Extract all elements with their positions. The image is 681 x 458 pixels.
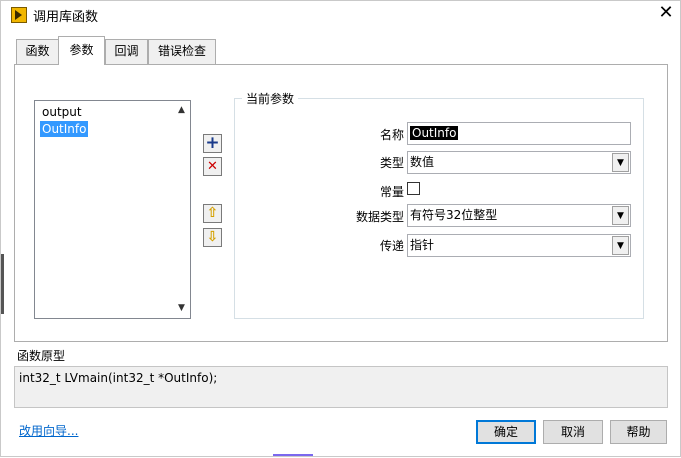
cancel-button[interactable]: 取消 (543, 420, 603, 444)
chevron-down-icon: ▼ (612, 206, 629, 225)
window-title: 调用库函数 (33, 10, 99, 25)
taskbar-marker (273, 454, 313, 458)
data-type-dropdown[interactable]: 有符号32位整型 ▼ (407, 204, 631, 227)
data-type-label: 数据类型 (355, 210, 404, 224)
chevron-down-icon: ▼ (612, 236, 629, 255)
labview-icon (11, 7, 27, 23)
add-parameter-button[interactable]: + (203, 134, 222, 153)
close-button[interactable]: ✕ (651, 1, 681, 25)
type-dropdown[interactable]: 数值 ▼ (407, 151, 631, 174)
plus-icon: + (205, 133, 220, 153)
pass-value: 指针 (410, 238, 435, 252)
pass-label: 传递 (379, 239, 404, 253)
delete-parameter-button[interactable]: ✕ (203, 157, 222, 176)
prototype-box: int32_t LVmain(int32_t *OutInfo); (14, 366, 668, 408)
tab-function[interactable]: 函数 (16, 39, 59, 64)
name-label: 名称 (379, 128, 404, 142)
name-field[interactable]: OutInfo (407, 122, 631, 145)
tab-error-checking[interactable]: 错误检查 (148, 39, 216, 64)
window-edge-marker (1, 254, 4, 314)
pass-dropdown[interactable]: 指针 ▼ (407, 234, 631, 257)
list-item-output[interactable]: output (40, 104, 84, 120)
type-value: 数值 (410, 155, 435, 169)
tab-parameters[interactable]: 参数 (58, 36, 105, 65)
arrow-up-icon: ⇧ (206, 205, 219, 221)
move-down-button[interactable]: ⇩ (203, 228, 222, 247)
const-checkbox[interactable] (407, 182, 420, 195)
delete-icon: ✕ (207, 159, 218, 174)
const-label: 常量 (379, 185, 404, 199)
type-label: 类型 (379, 156, 404, 170)
help-button[interactable]: 帮助 (610, 420, 667, 444)
chevron-down-icon: ▼ (612, 153, 629, 172)
prototype-text: int32_t LVmain(int32_t *OutInfo); (19, 371, 218, 385)
use-wizard-link[interactable]: 改用向导... (19, 422, 78, 439)
move-up-button[interactable]: ⇧ (203, 204, 222, 223)
prototype-label: 函数原型 (17, 349, 66, 363)
tab-callbacks[interactable]: 回调 (105, 39, 148, 64)
parameter-list[interactable]: output OutInfo ▲ ▼ (34, 100, 191, 319)
scroll-down-icon[interactable]: ▼ (174, 301, 189, 316)
arrow-down-icon: ⇩ (206, 229, 219, 245)
name-value: OutInfo (410, 126, 459, 140)
current-parameter-group-title: 当前参数 (242, 90, 299, 107)
data-type-value: 有符号32位整型 (410, 208, 498, 222)
call-library-function-dialog: 调用库函数 ✕ 函数 参数 回调 错误检查 output OutInfo ▲ ▼… (0, 0, 681, 457)
list-item-outinfo[interactable]: OutInfo (40, 121, 89, 137)
ok-button[interactable]: 确定 (476, 420, 536, 444)
scroll-up-icon[interactable]: ▲ (174, 103, 189, 118)
